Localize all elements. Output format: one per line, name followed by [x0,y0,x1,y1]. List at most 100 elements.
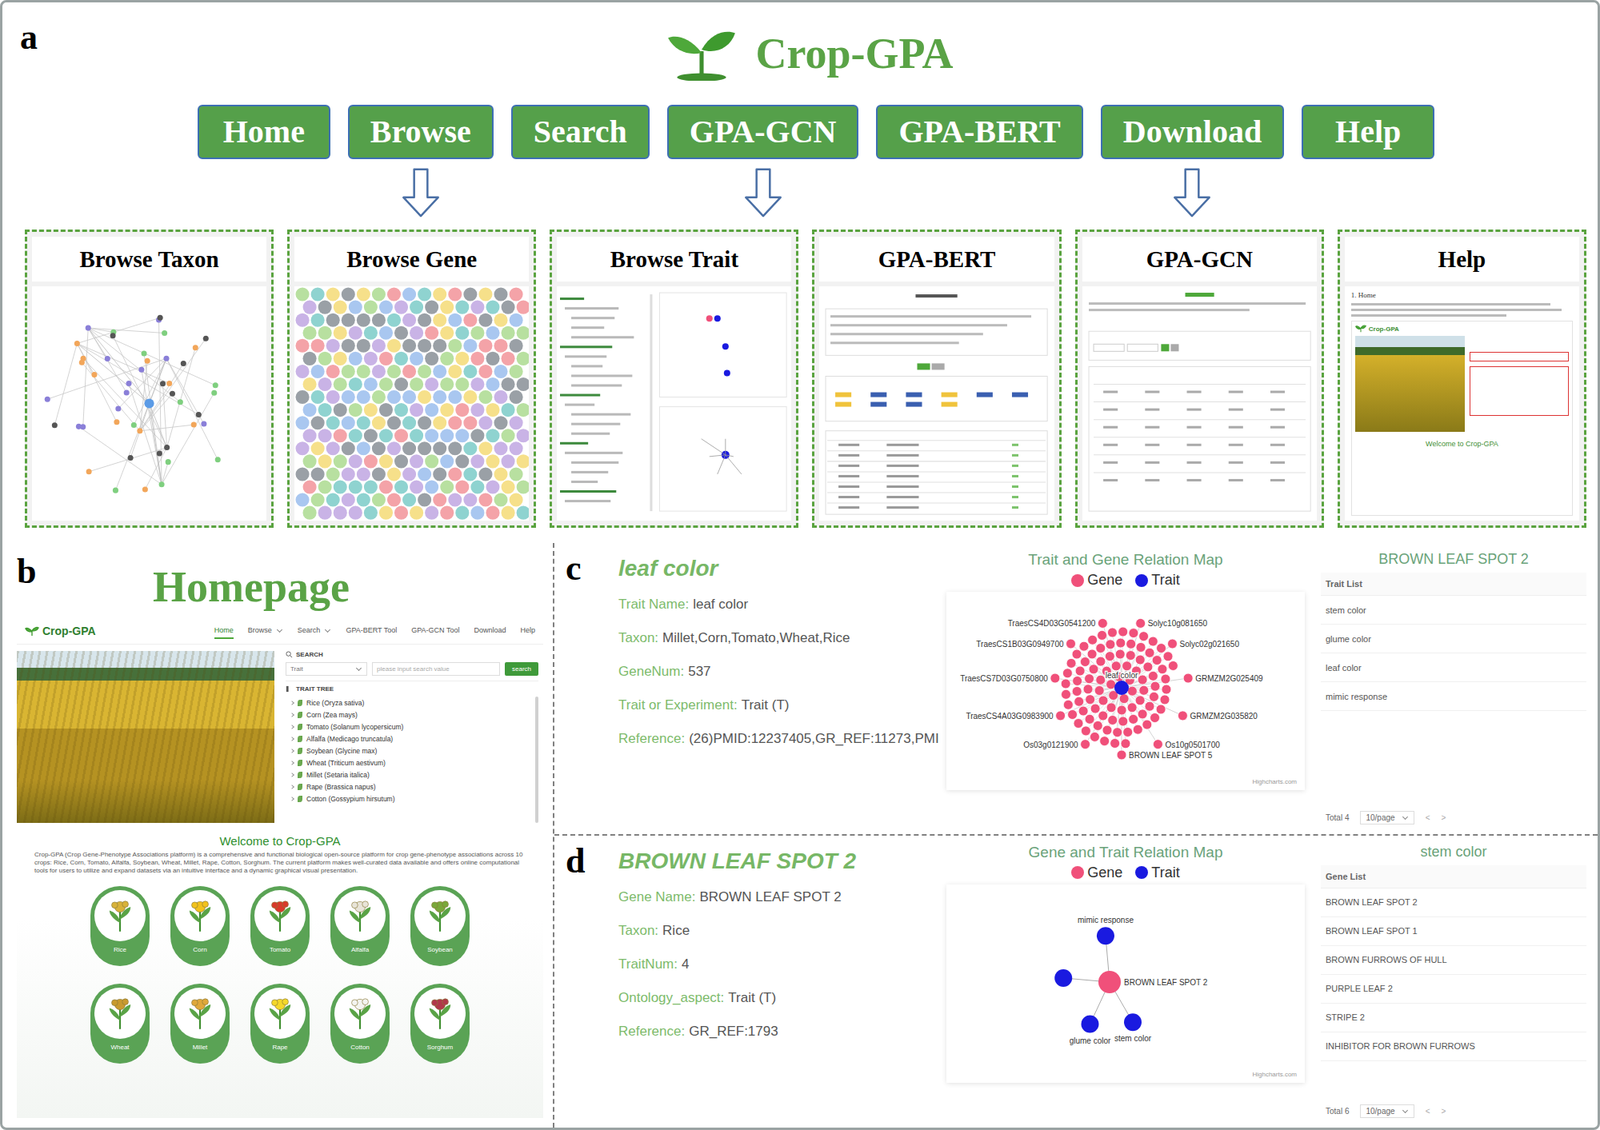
page-size-select[interactable]: 10/page [1360,811,1414,825]
list-row[interactable]: STRIPE 2 [1320,1004,1587,1033]
tree-item[interactable]: Wheat (Triticum aestivum) [285,756,532,769]
gene-node[interactable] [1160,695,1170,705]
page-size-select[interactable]: 10/page [1360,1104,1414,1119]
gene-node[interactable] [1094,685,1104,696]
list-row[interactable]: BROWN FURROWS OF HULL [1320,946,1587,976]
list-row[interactable]: leaf color [1320,653,1587,683]
gene-node[interactable] [1105,640,1116,650]
gene-node[interactable] [1157,664,1168,675]
menu-item[interactable]: Download [473,623,506,640]
gene-node[interactable] [1062,668,1072,679]
gene-node[interactable] [1092,720,1103,731]
gene-node[interactable] [1090,704,1100,714]
gene-node[interactable] [1161,684,1172,695]
gene-node[interactable] [1096,644,1106,654]
nav-button[interactable]: Help [1301,104,1435,160]
legend-item[interactable]: Gene [1071,572,1123,589]
gene-node[interactable] [1135,696,1145,706]
trait-node[interactable] [1080,1015,1099,1033]
chart-credit[interactable]: Highcharts.com [1252,778,1297,786]
gene-node[interactable] [1120,739,1131,749]
gene-node[interactable] [1078,706,1088,716]
gene-node[interactable] [1075,666,1085,676]
tree-item[interactable]: Rice (Oryza sativa) [285,696,532,709]
gene-node[interactable] [1100,736,1110,747]
gene-node[interactable] [1074,696,1084,707]
prev-page-button[interactable]: < [1425,813,1431,823]
gene-node[interactable] [1096,675,1106,685]
list-row[interactable]: stem color [1320,596,1587,625]
gene-node[interactable] [1143,662,1153,672]
list-row[interactable]: glume color [1320,624,1587,654]
gene-node[interactable] [1116,750,1127,760]
tree-item[interactable]: Alfalfa (Medicago truncatula) [285,732,532,745]
gene-node[interactable] [1072,676,1083,686]
gene-node[interactable] [1110,738,1120,748]
gene-node[interactable] [1118,627,1128,637]
gene-node[interactable] [1168,660,1178,671]
gene-node[interactable] [1066,658,1076,668]
gene-node[interactable] [1150,713,1160,724]
gene-node[interactable] [1167,639,1177,649]
list-row[interactable]: PURPLE LEAF 2 [1320,975,1587,1004]
crop-button[interactable]: Sorghum [410,984,470,1064]
crop-button[interactable]: Rape [250,984,310,1064]
gene-node[interactable] [1073,719,1084,729]
prev-page-button[interactable]: < [1425,1107,1431,1116]
gene-node[interactable] [1116,705,1127,716]
feature-card[interactable]: Browse Taxon [24,229,274,528]
gene-node[interactable] [1087,649,1097,660]
gene-node[interactable] [1098,696,1108,706]
gene-node[interactable] [1139,632,1149,642]
gene-node[interactable] [1126,639,1136,649]
site-logo[interactable]: Crop-GPA [24,624,96,638]
gene-node[interactable] [1163,652,1173,662]
menu-item[interactable]: GPA-GCN Tool [411,623,460,640]
trait-node[interactable] [1114,680,1129,696]
feature-card[interactable]: GPA-BERT [812,229,1061,528]
gene-node[interactable] [1139,685,1149,696]
crop-button[interactable]: Wheat [90,984,150,1064]
gene-node[interactable] [1084,714,1095,724]
gene-node[interactable] [1137,675,1148,685]
gene-node[interactable] [1148,636,1158,647]
crop-button[interactable]: Rice [90,886,150,967]
gene-node[interactable] [1088,635,1098,645]
gene-node[interactable] [1097,618,1108,628]
gene-node[interactable] [1085,695,1096,705]
search-button[interactable]: search [504,662,539,676]
crop-button[interactable]: Millet [170,984,230,1064]
gene-node[interactable] [1150,681,1160,692]
gene-node[interactable] [1072,686,1082,696]
crop-button[interactable]: Cotton [330,984,390,1064]
gene-node[interactable] [1116,638,1126,648]
gene-node[interactable] [1098,711,1108,721]
crop-button[interactable]: Tomato [250,886,310,967]
gene-node[interactable] [1060,679,1071,689]
gene-node[interactable] [1135,655,1145,665]
gene-node[interactable] [1080,726,1091,736]
gene-node[interactable] [1125,651,1136,661]
legend-item[interactable]: Gene [1071,864,1123,882]
gene-node[interactable] [1060,689,1071,700]
gene-node[interactable] [1107,628,1117,638]
gene-node[interactable] [1112,728,1123,738]
gene-node[interactable] [1096,656,1106,667]
feature-card[interactable]: Browse Gene [287,229,536,528]
feature-card[interactable]: Browse Trait [549,229,799,528]
next-page-button[interactable]: > [1440,813,1446,823]
gene-node[interactable] [1144,701,1155,712]
gene-node[interactable] [1152,656,1162,666]
gene-node[interactable] [1144,648,1155,658]
gene-node[interactable] [1104,652,1115,662]
legend-item[interactable]: Trait [1135,572,1180,589]
gene-node[interactable] [1160,674,1171,684]
menu-item[interactable]: Search [297,623,332,640]
list-row[interactable]: mimic response [1320,682,1587,712]
crop-button[interactable]: Corn [170,886,230,967]
tree-item[interactable]: Cotton (Gossypium hirsutum) [285,792,532,805]
tree-item[interactable]: Corn (Zea mays) [285,708,532,721]
tree-item[interactable]: Tomato (Solanum lycopersicum) [285,720,532,733]
gene-node[interactable] [1106,703,1116,713]
scrollbar[interactable] [535,696,539,824]
